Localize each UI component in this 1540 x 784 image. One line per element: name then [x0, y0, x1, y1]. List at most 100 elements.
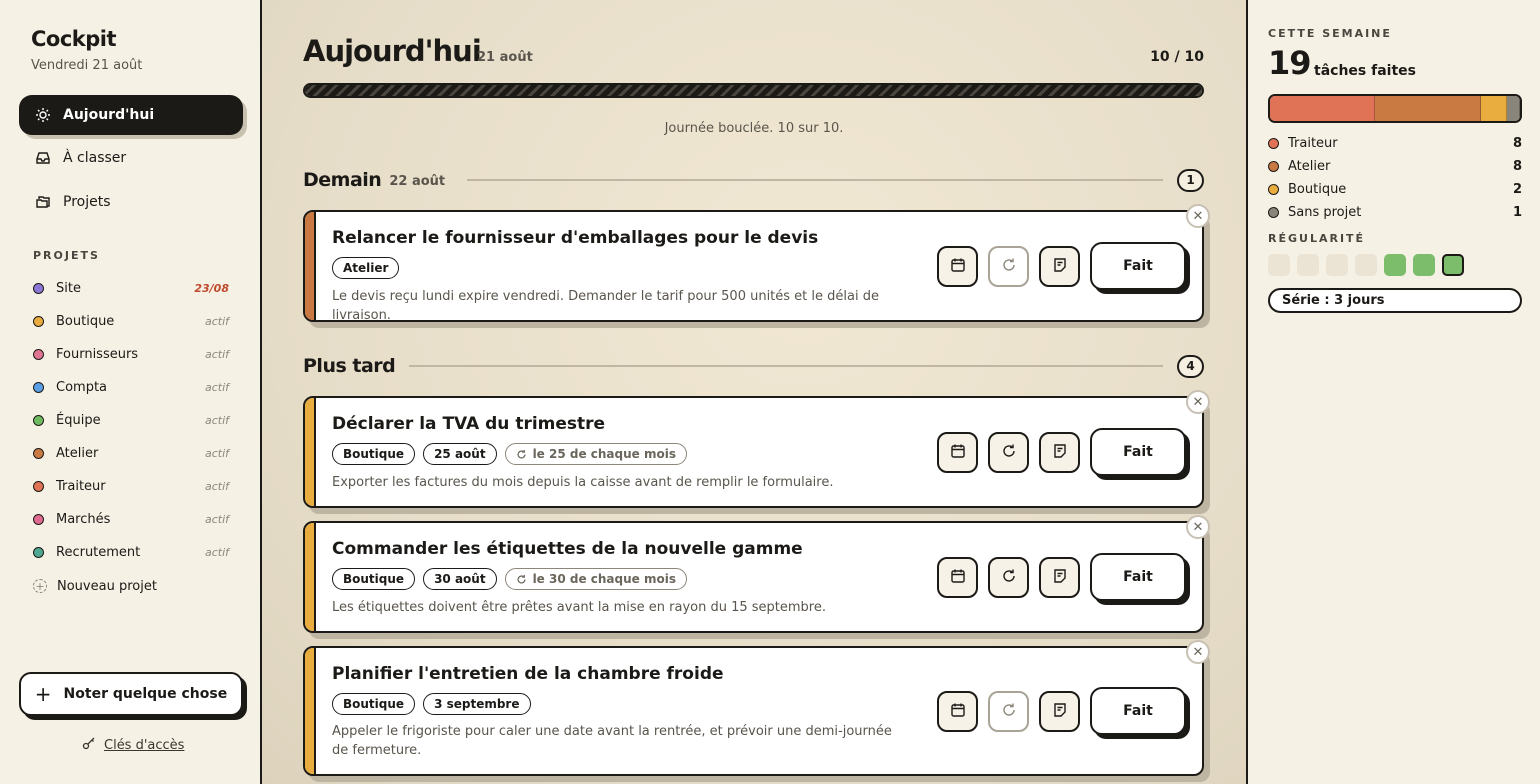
nav-projects-label: Projets [63, 194, 111, 210]
task-chips: Atelier [332, 257, 400, 279]
project-item[interactable]: Atelier actif [33, 441, 229, 465]
project-status: actif [204, 380, 229, 394]
repeat-icon [516, 574, 527, 585]
project-status: actif [204, 512, 229, 526]
close-icon[interactable]: ✕ [1186, 515, 1210, 539]
project-color-dot [33, 282, 44, 294]
access-keys-link[interactable]: Clés d'accès [82, 736, 184, 754]
note-button[interactable] [1039, 432, 1080, 473]
done-label: Fait [1123, 258, 1153, 274]
task-chip: 25 août [423, 443, 497, 465]
project-item[interactable]: Recrutement actif [33, 540, 229, 564]
new-project-button[interactable]: + Nouveau projet [33, 574, 157, 598]
legend-row: Sans projet 1 [1268, 202, 1522, 222]
done-button[interactable]: Fait [1090, 687, 1186, 735]
progress-message: Journée bouclée. 10 sur 10. [664, 121, 844, 136]
project-color-dot [33, 480, 44, 492]
legend-row: Traiteur 8 [1268, 133, 1522, 153]
note-button[interactable] [1039, 246, 1080, 287]
note-icon [1052, 443, 1068, 463]
project-name: Fournisseurs [56, 346, 139, 362]
task-card[interactable]: Déclarer la TVA du trimestre Boutique 25 a… [303, 390, 1210, 508]
nav-inbox[interactable]: À classer [19, 138, 243, 178]
nav-inbox-label: À classer [63, 150, 127, 166]
key-icon [82, 736, 96, 754]
note-button[interactable] [1039, 557, 1080, 598]
project-color-stripe [305, 523, 316, 631]
project-item[interactable]: Fournisseurs actif [33, 342, 229, 366]
project-item[interactable]: Marchés actif [33, 507, 229, 531]
group-count-badge: 4 [1177, 354, 1204, 378]
repeat-button[interactable] [988, 557, 1029, 598]
project-distribution-bar [1268, 94, 1522, 123]
task-title: Commander les étiquettes de la nouvelle … [332, 539, 803, 559]
distribution-segment [1375, 96, 1481, 121]
project-item[interactable]: Traiteur actif [33, 474, 229, 498]
group-date: 22 août [389, 174, 446, 189]
nav-today[interactable]: Aujourd'hui [19, 95, 243, 135]
nav-today-label: Aujourd'hui [63, 107, 155, 123]
regularity-day [1355, 254, 1377, 276]
legend-name: Traiteur [1288, 135, 1338, 151]
group-title: Plus tard [303, 355, 396, 377]
project-color-stripe [305, 212, 316, 320]
schedule-button[interactable] [937, 557, 978, 598]
task-description: Le devis reçu lundi expire vendredi. Dem… [332, 289, 879, 323]
schedule-button[interactable] [937, 691, 978, 732]
project-color-dot [33, 447, 44, 459]
task-chips: Boutique 3 septembre [332, 693, 531, 715]
folders-icon [35, 194, 51, 210]
nav-projects[interactable]: Projets [19, 182, 243, 222]
repeat-button[interactable] [988, 246, 1029, 287]
week-title: CETTE SEMAINE [1268, 27, 1392, 40]
current-date: Vendredi 21 août [31, 58, 143, 73]
task-chip: Boutique [332, 568, 416, 590]
project-status: actif [204, 314, 229, 328]
close-icon[interactable]: ✕ [1186, 204, 1210, 228]
legend-count: 2 [1512, 181, 1522, 197]
week-total: 19 [1268, 44, 1312, 82]
project-name: Équipe [56, 412, 101, 428]
legend-count: 8 [1512, 158, 1522, 174]
project-color-stripe [305, 398, 316, 506]
repeat-button[interactable] [988, 432, 1029, 473]
done-button[interactable]: Fait [1090, 553, 1186, 601]
group-header-later: Plus tard 4 [303, 352, 1204, 380]
task-title: Déclarer la TVA du trimestre [332, 414, 606, 434]
distribution-segment [1480, 96, 1507, 121]
task-chips: Boutique 25 août le 25 de chaque mois [332, 443, 687, 465]
project-name: Compta [56, 379, 108, 395]
task-card[interactable]: Commander les étiquettes de la nouvelle … [303, 515, 1210, 633]
schedule-button[interactable] [937, 432, 978, 473]
group-divider [467, 179, 1163, 181]
legend-name: Boutique [1288, 181, 1347, 197]
task-card[interactable]: Planifier l'entretien de la chambre froi… [303, 640, 1210, 776]
project-item[interactable]: Compta actif [33, 375, 229, 399]
project-item[interactable]: Boutique actif [33, 309, 229, 333]
schedule-button[interactable] [937, 246, 978, 287]
recurrence-chip: le 25 de chaque mois [504, 443, 687, 465]
project-color-stripe [305, 648, 316, 774]
task-description: Exporter les factures du mois depuis la … [332, 475, 834, 490]
progress-bar [303, 83, 1204, 98]
sidebar: Cockpit Vendredi 21 août Aujourd'hui À c… [0, 0, 262, 784]
close-icon[interactable]: ✕ [1186, 390, 1210, 414]
done-button[interactable]: Fait [1090, 428, 1186, 476]
done-button[interactable]: Fait [1090, 242, 1186, 290]
regularity-day [1326, 254, 1348, 276]
quick-note-button[interactable]: + Noter quelque chose [19, 672, 243, 716]
close-icon[interactable]: ✕ [1186, 640, 1210, 664]
repeat-button[interactable] [988, 691, 1029, 732]
regularity-day [1413, 254, 1435, 276]
calendar-icon [950, 257, 966, 277]
legend-count: 1 [1512, 204, 1522, 220]
project-item[interactable]: Équipe actif [33, 408, 229, 432]
task-chip: Atelier [332, 257, 400, 279]
project-item[interactable]: Site 23/08 [33, 276, 229, 300]
regularity-day [1384, 254, 1406, 276]
project-name: Traiteur [56, 478, 106, 494]
legend-count: 8 [1512, 135, 1522, 151]
note-icon [1052, 257, 1068, 277]
task-card[interactable]: Relancer le fournisseur d'emballages pou… [303, 204, 1210, 323]
note-button[interactable] [1039, 691, 1080, 732]
